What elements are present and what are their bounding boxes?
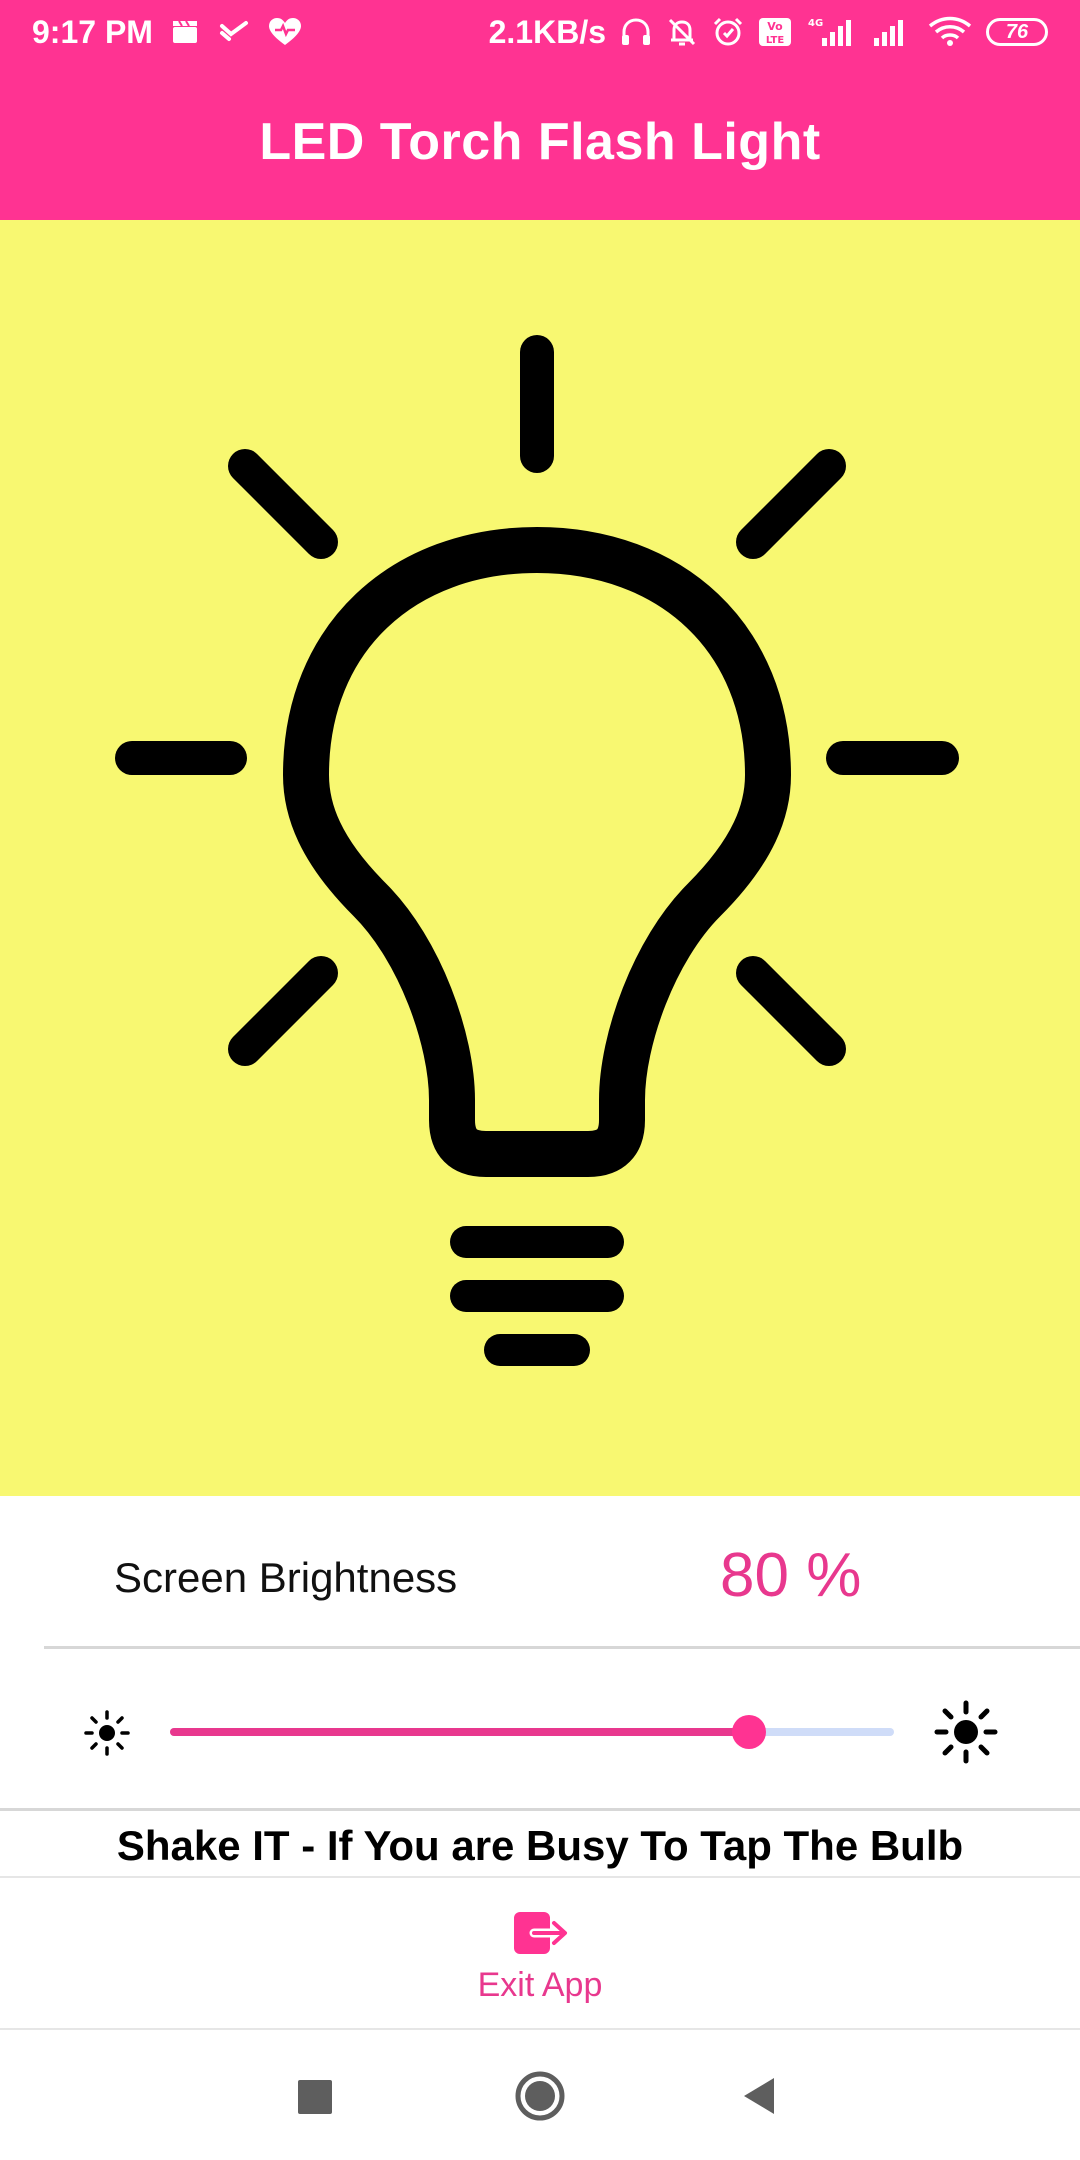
home-icon[interactable] [514, 2070, 566, 2122]
clapperboard-icon [171, 19, 201, 45]
slider-thumb[interactable] [732, 1715, 767, 1749]
heart-health-icon [267, 17, 303, 47]
sun-small-icon [84, 1710, 130, 1756]
status-bar: 9:17 PM 2.1KB/s Vo LTE 4G 76 [0, 0, 1080, 64]
slider-fill [170, 1728, 750, 1736]
shake-hint: Shake IT - If You are Busy To Tap The Bu… [116, 1822, 964, 1869]
brightness-slider-row [0, 1650, 1080, 1808]
brightness-row: Screen Brightness 80 % [0, 1500, 1080, 1648]
status-right: 2.1KB/s Vo LTE 4G 76 [489, 0, 1048, 64]
network-speed: 2.1KB/s [488, 13, 606, 50]
wifi-icon [928, 16, 972, 48]
volte-icon: Vo LTE [758, 17, 792, 47]
ray-bottom-right [736, 956, 846, 1066]
headphones-icon [620, 17, 652, 47]
alarm-icon [712, 16, 744, 48]
exit-icon [514, 1912, 569, 1954]
svg-text:LTE: LTE [766, 35, 785, 46]
exit-app-label: Exit App [477, 1966, 603, 2004]
divider [44, 1646, 1080, 1649]
bell-off-icon [666, 16, 698, 48]
divider [0, 1876, 1080, 1878]
svg-text:4G: 4G [808, 18, 823, 29]
ray-top-left [228, 449, 338, 559]
battery-level: 76 [1005, 20, 1029, 43]
status-left: 9:17 PM [32, 0, 303, 64]
signal-4g-icon: 4G [806, 16, 858, 48]
brightness-slider[interactable] [170, 1715, 894, 1749]
ray-top-right [736, 449, 846, 559]
signal-icon [872, 16, 914, 48]
recents-icon[interactable] [298, 2080, 332, 2114]
battery-icon: 76 [986, 18, 1048, 46]
ray-bottom-left [228, 956, 338, 1066]
brightness-label: Screen Brightness [114, 1554, 458, 1601]
divider [0, 1808, 1080, 1811]
status-time: 9:17 PM [32, 13, 153, 50]
app-title: LED Torch Flash Light [259, 113, 821, 171]
exit-app-button[interactable]: Exit App [440, 1900, 640, 2030]
back-icon[interactable] [742, 2076, 776, 2116]
brightness-value: 80 % [720, 1541, 862, 1610]
svg-text:Vo: Vo [767, 20, 783, 33]
bulb-toggle-area[interactable] [0, 220, 1080, 1496]
app-header: LED Torch Flash Light [0, 64, 1080, 220]
bulb-outline [283, 527, 791, 1177]
sun-large-icon [934, 1700, 998, 1764]
check-mail-icon [219, 20, 249, 44]
nav-bar [0, 2030, 1080, 2160]
lightbulb-icon[interactable] [0, 220, 1080, 1496]
